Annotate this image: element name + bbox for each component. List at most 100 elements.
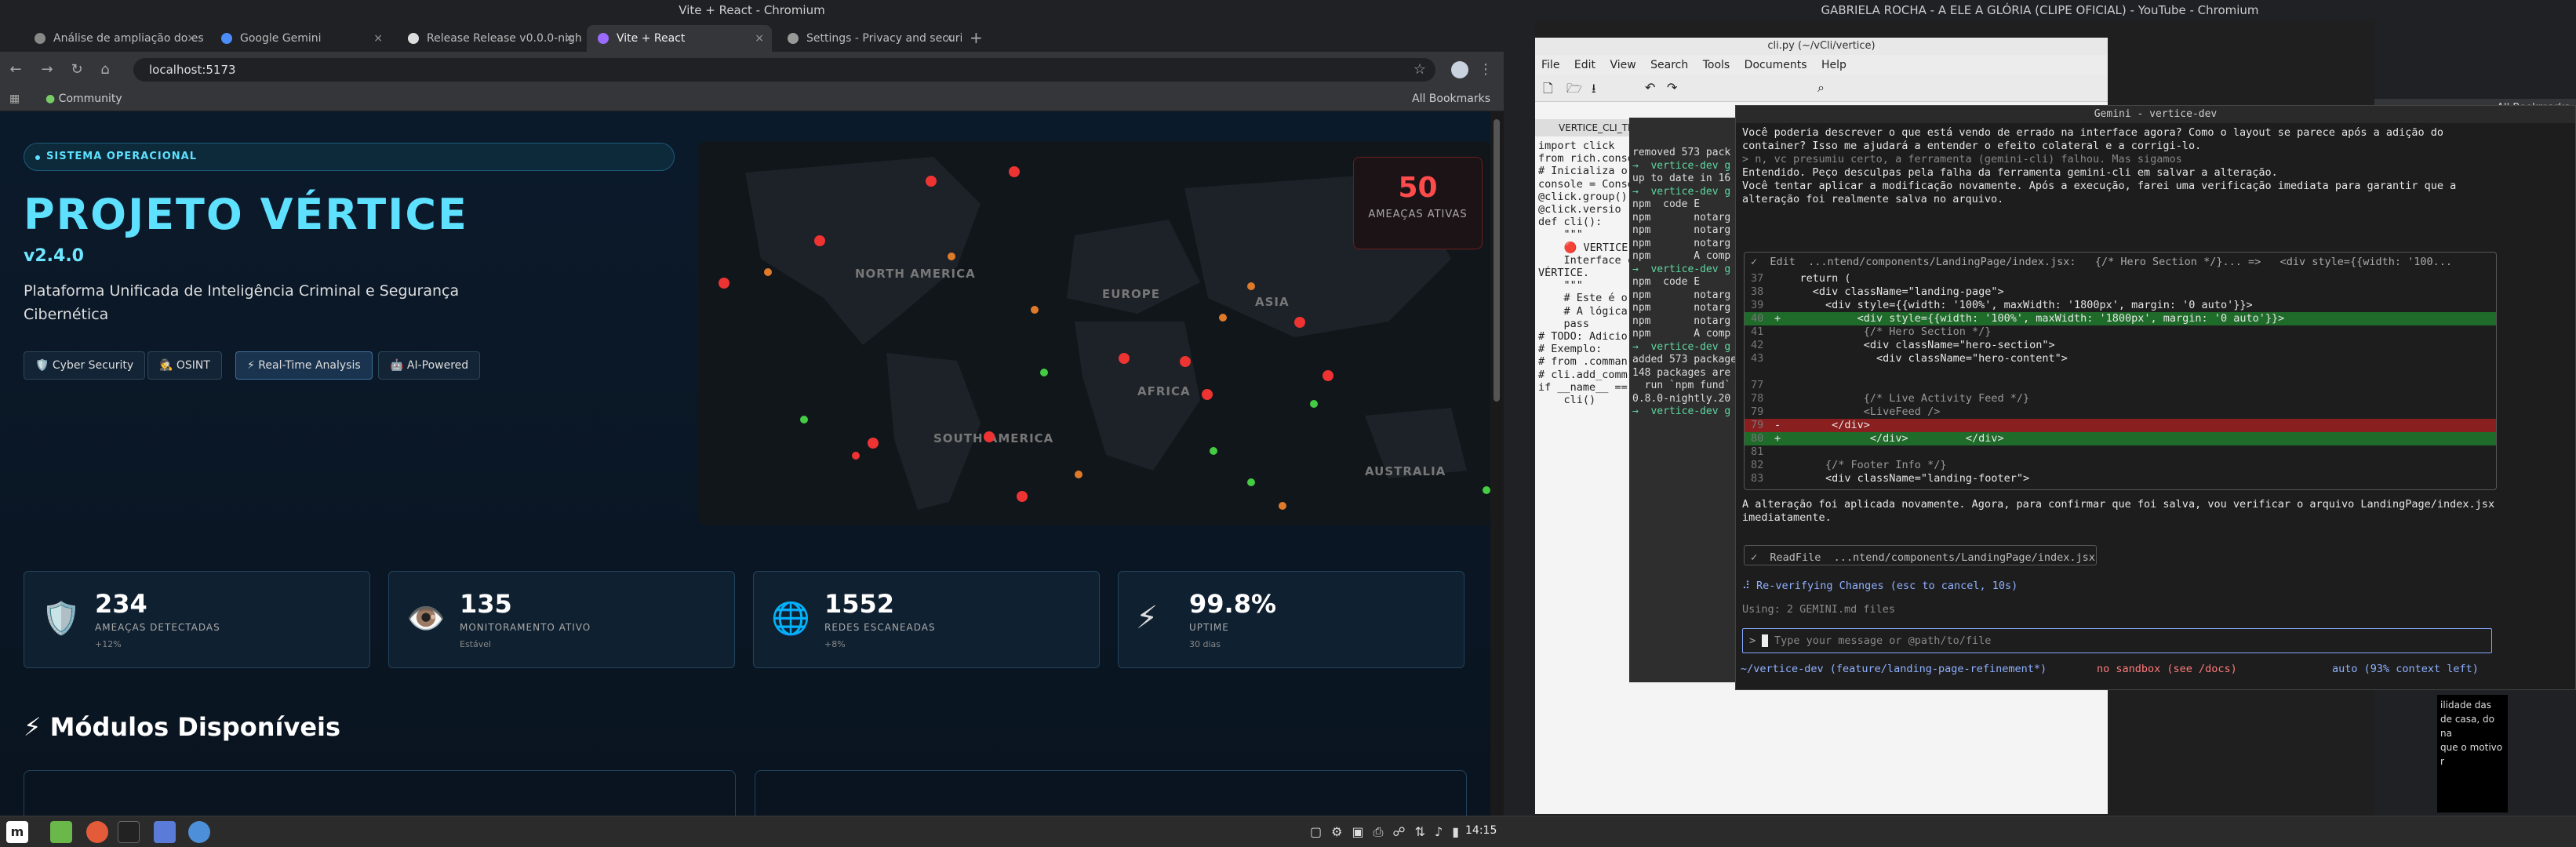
threat-marker[interactable] [1310,400,1318,408]
threat-marker[interactable] [719,278,730,289]
diff-line-number: 39 [1751,299,1764,311]
threat-marker[interactable] [1294,317,1305,328]
menu-view[interactable]: View [1610,59,1635,71]
bookmarks-bar: ▦ ● Community All Bookmarks [0,88,1504,111]
avatar[interactable] [1451,61,1468,78]
diff-row [1745,365,2496,379]
menu-icon[interactable]: ⋮ [1478,62,1494,78]
chip-cyber-security[interactable]: 🛡️ Cyber Security [24,351,146,380]
threat-marker[interactable] [852,452,860,460]
new-file-icon[interactable]: 🗋 [1543,80,1553,101]
tab-4-active[interactable]: Vite + React × [587,25,772,52]
gemini-line: Você poderia descrever o que está vendo … [1742,126,2444,139]
url-field[interactable]: localhost:5173 [133,58,1435,82]
threat-marker[interactable] [1247,282,1255,290]
threat-marker[interactable] [1279,502,1286,510]
back-icon[interactable]: ← [8,62,24,78]
reload-icon[interactable]: ↻ [69,62,85,78]
module-card[interactable] [755,770,1467,816]
threat-marker[interactable] [1040,369,1048,376]
close-icon[interactable]: × [373,25,383,52]
start-menu-icon[interactable]: m [6,821,28,843]
undo-icon[interactable]: ↶ [1645,80,1655,95]
threat-marker[interactable] [926,176,937,187]
threat-marker[interactable] [1180,356,1191,367]
open-icon[interactable]: 🗁 [1566,80,1582,101]
threat-marker[interactable] [868,438,879,449]
clock[interactable]: 14:15 [1465,824,1497,837]
bookmark-community[interactable]: ● Community [45,93,122,105]
tab-3[interactable]: Release Release v0.0.0-nigh... × [397,25,582,52]
gemini-terminal-window: Gemini - vertice-dev Você poderia descre… [1735,105,2576,690]
save-icon[interactable]: ⭳ [1592,80,1596,101]
threat-marker[interactable] [1210,447,1217,455]
stat-sub: +8% [824,639,846,649]
forward-icon[interactable]: → [39,62,55,78]
diff-line-number: 82 [1751,459,1764,471]
threat-marker[interactable] [764,268,772,276]
editor-icon[interactable] [154,821,176,843]
diff-line-text: <div className="hero-content"> [1774,352,2068,365]
threat-marker[interactable] [1119,353,1130,364]
home-icon[interactable]: ⌂ [97,62,113,78]
gemini-line: alteração foi realmente salva no arquivo… [1742,193,2004,205]
new-tab-button[interactable]: + [970,28,983,47]
menu-search[interactable]: Search [1650,59,1688,71]
threat-marker[interactable] [1031,306,1039,314]
menu-file[interactable]: File [1541,59,1559,71]
threat-marker[interactable] [1483,486,1490,494]
system-tray-icons[interactable]: ▢⚙▣⎙☍⇅♪▮ [1310,824,1468,840]
redo-icon[interactable]: ↷ [1667,80,1677,95]
tab-2[interactable]: Google Gemini × [210,25,391,52]
menu-tools[interactable]: Tools [1703,59,1730,71]
after-edit-line: A alteração foi aplicada novamente. Agor… [1742,498,2495,511]
version: v2.4.0 [24,246,84,266]
threat-marker[interactable] [1219,314,1227,322]
gemini-input[interactable]: > Type your message or @path/to/file [1742,628,2492,653]
threat-marker[interactable] [814,235,825,246]
close-icon[interactable]: × [565,25,574,52]
diff-line-number: 80 [1751,432,1764,445]
diff-row: 79 - </div> [1745,419,2496,432]
menu-edit[interactable]: Edit [1574,59,1595,71]
chip-ai-powered[interactable]: 🤖 AI-Powered [378,351,481,380]
threat-marker[interactable] [800,416,808,424]
tab-1[interactable]: Análise de ampliação do es... × [24,25,204,52]
vite-icon [598,33,609,44]
threat-marker[interactable] [1075,471,1082,478]
gemini-title: Gemini - vertice-dev [1736,106,2575,123]
gemini-conversation: Você poderia descrever o que está vendo … [1742,126,2456,206]
threat-marker[interactable] [948,253,955,260]
menu-help[interactable]: Help [1821,59,1846,71]
files-icon[interactable] [50,821,72,843]
gemini-line: Entendido. Peço desculpas pela falha da … [1742,166,2278,179]
module-card[interactable] [24,770,736,816]
threat-marker[interactable] [984,431,995,442]
status-text: SISTEMA OPERACIONAL [46,151,198,162]
close-icon[interactable]: × [944,25,954,52]
page-scrollbar[interactable] [1490,111,1504,816]
terminal-icon[interactable] [118,821,140,843]
tab-5[interactable]: Settings - Privacy and securit... × [777,25,962,52]
firefox-icon[interactable] [86,821,108,843]
threat-marker[interactable] [1017,491,1028,502]
star-icon[interactable]: ☆ [1412,62,1428,78]
all-bookmarks[interactable]: All Bookmarks [1412,93,1490,105]
scrollbar-thumb[interactable] [1494,119,1500,402]
close-icon[interactable]: × [187,25,196,52]
menu-documents[interactable]: Documents [1745,59,1807,71]
search-icon[interactable]: ⌕ [1817,80,1825,96]
stat-label: UPTIME [1189,622,1229,633]
chip-osint[interactable]: 🕵️ OSINT [147,351,222,380]
chip-real-time-analysis[interactable]: ⚡ Real-Time Analysis [235,351,373,380]
github-icon [408,33,419,44]
threat-marker[interactable] [1323,370,1333,381]
threat-marker[interactable] [1247,478,1255,486]
close-icon[interactable]: × [755,25,764,52]
sandbox-status: no sandbox (see /docs) [2097,663,2237,675]
chromium-icon[interactable] [188,821,210,843]
after-edit-text: A alteração foi aplicada novamente. Agor… [1742,498,2494,525]
apps-icon[interactable]: ▦ [9,93,20,105]
threat-marker[interactable] [1202,389,1213,400]
threat-marker[interactable] [1009,166,1020,177]
